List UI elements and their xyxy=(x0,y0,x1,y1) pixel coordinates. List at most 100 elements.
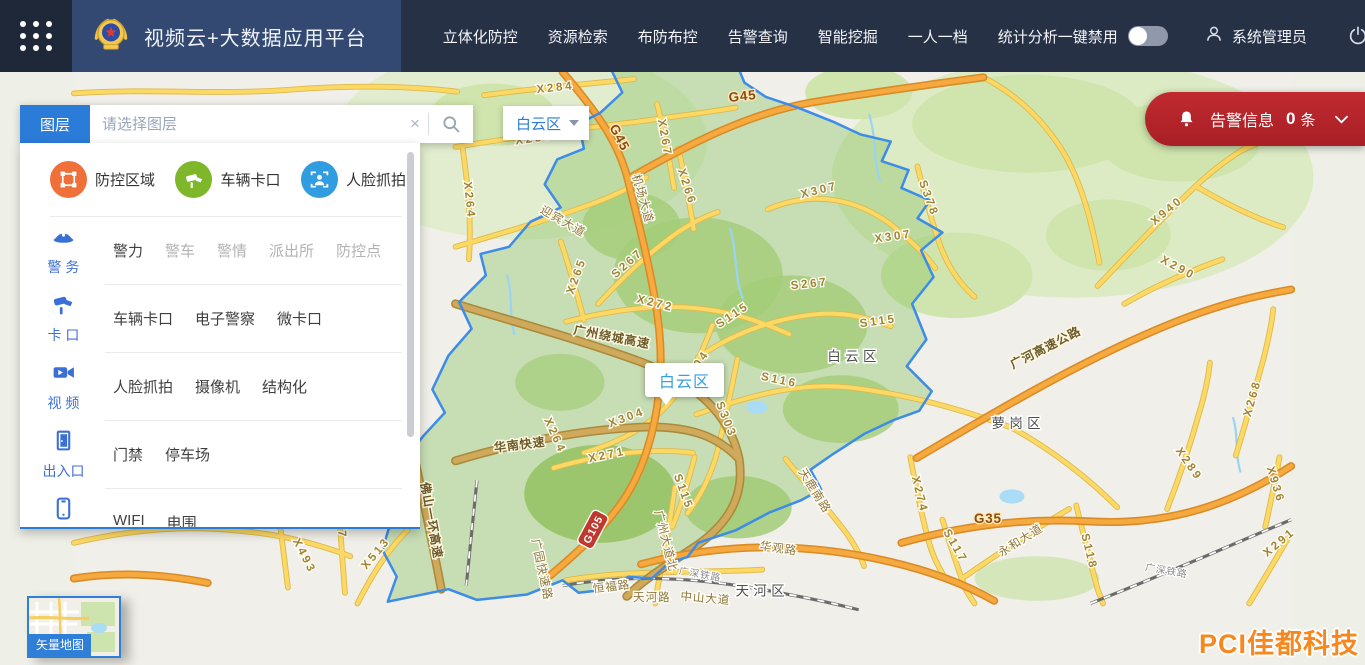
chevron-down-icon xyxy=(1334,114,1349,125)
toggle-knob xyxy=(1129,27,1147,45)
map-label: 白云区 xyxy=(827,349,880,364)
layer-item[interactable]: 结构化 xyxy=(262,376,307,397)
quick-disable-label: 一键禁用 xyxy=(1058,26,1118,47)
clear-icon[interactable]: × xyxy=(402,105,428,143)
category-door[interactable]: 出入口 xyxy=(20,428,93,481)
app-title: 视频云+大数据应用平台 xyxy=(144,22,367,51)
user-icon xyxy=(1204,24,1224,49)
layer-item[interactable]: 电子警察 xyxy=(195,308,255,329)
category-phone[interactable]: 手 机 xyxy=(20,496,93,530)
nav-item[interactable]: 布防布控 xyxy=(638,26,698,47)
district-dropdown[interactable]: 白云区 xyxy=(503,106,589,140)
region-icon xyxy=(50,161,87,198)
map-label: G35 xyxy=(974,511,1002,526)
camera-icon xyxy=(175,161,212,198)
checkpoint-icon xyxy=(51,292,76,322)
quick-layer-label: 人脸抓拍 xyxy=(346,169,406,190)
user-menu[interactable]: 系统管理员 xyxy=(1204,24,1307,49)
quick-layer-label: 车辆卡口 xyxy=(220,169,280,190)
minimap-label: 矢量地图 xyxy=(29,634,91,656)
face-icon xyxy=(301,161,338,198)
layer-item[interactable]: 警情 xyxy=(217,240,247,261)
category-items: WIFI 电围 xyxy=(93,512,420,530)
category-row: 出入口 门禁 停车场 xyxy=(20,420,420,488)
alert-label: 告警信息 xyxy=(1210,107,1274,131)
user-name: 系统管理员 xyxy=(1232,26,1307,47)
vendor-watermark: PCI佳都科技 xyxy=(1199,622,1359,661)
quick-layer-region[interactable]: 防控区域 xyxy=(50,161,155,198)
category-items: 人脸抓拍 摄像机 结构化 xyxy=(93,376,420,397)
chevron-down-icon xyxy=(569,120,579,126)
main-nav: 立体化防控 资源检索 布防布控 告警查询 智能挖掘 一人一档 统计分析 xyxy=(443,26,1058,47)
nav-item[interactable]: 统计分析 xyxy=(998,26,1058,47)
layer-item[interactable]: 停车场 xyxy=(165,444,210,465)
category-label: 出入口 xyxy=(43,461,85,481)
quick-layer-row: 防控区域 车辆卡口 人脸抓拍 xyxy=(20,143,420,216)
map-label: 天河区 xyxy=(736,583,789,598)
navbar-right: 一键禁用 系统管理员 xyxy=(1058,24,1365,49)
category-row: 手 机 WIFI 电围 xyxy=(20,488,420,529)
category-video[interactable]: 视 频 xyxy=(20,360,93,413)
district-dropdown-value: 白云区 xyxy=(516,113,569,134)
layer-item[interactable]: 警车 xyxy=(165,240,195,261)
map-label: G45 xyxy=(728,87,757,105)
layer-item[interactable]: 电围 xyxy=(167,512,197,530)
brand: 视频云+大数据应用平台 xyxy=(72,0,401,72)
layer-item[interactable]: 车辆卡口 xyxy=(113,308,173,329)
district-tooltip[interactable]: 白云区 xyxy=(645,363,724,397)
video-icon xyxy=(51,360,76,390)
category-row: 警 务 警力 警车 警情 派出所 防控点 xyxy=(20,216,420,284)
layer-panel-header: 图层 × xyxy=(20,105,473,143)
nav-item[interactable]: 立体化防控 xyxy=(443,26,518,47)
layer-item[interactable]: 警力 xyxy=(113,240,143,261)
category-checkpoint[interactable]: 卡 口 xyxy=(20,292,93,345)
logout-power-button[interactable] xyxy=(1347,25,1365,47)
grid-dots-icon xyxy=(20,21,53,51)
alert-banner[interactable]: 告警信息 0 条 xyxy=(1145,92,1365,146)
minimap[interactable]: 矢量地图 xyxy=(27,596,121,658)
category-label: 警 务 xyxy=(48,257,80,277)
search-button[interactable] xyxy=(429,105,473,143)
layer-item[interactable]: 防控点 xyxy=(336,240,381,261)
phone-icon xyxy=(51,496,76,526)
nav-item[interactable]: 一人一档 xyxy=(908,26,968,47)
map-area: X284G45G45X283X264X267X266迎宾大道机场大道X265S2… xyxy=(0,72,1365,665)
layer-search-input[interactable] xyxy=(90,105,402,143)
door-icon xyxy=(51,428,76,458)
layer-item[interactable]: 派出所 xyxy=(269,240,314,261)
layer-item[interactable]: 门禁 xyxy=(113,444,143,465)
nav-item[interactable]: 告警查询 xyxy=(728,26,788,47)
top-navbar: 视频云+大数据应用平台 立体化防控 资源检索 布防布控 告警查询 智能挖掘 一人一档 统计分… xyxy=(0,0,1365,72)
map-label: 萝岗区 xyxy=(992,416,1045,431)
quick-layer-label: 防控区域 xyxy=(95,169,155,190)
tab-layers[interactable]: 图层 xyxy=(20,105,90,143)
search-icon xyxy=(441,114,461,134)
alert-unit: 条 xyxy=(1300,109,1315,130)
category-label: 视 频 xyxy=(48,393,80,413)
layer-panel-body: 防控区域车辆卡口人脸抓拍 警 务警力警车警情派出所防控点卡 口车辆卡口电子警察微… xyxy=(20,143,420,529)
category-items: 警力 警车 警情 派出所 防控点 xyxy=(93,240,420,261)
category-label: 卡 口 xyxy=(48,325,80,345)
layer-item[interactable]: WIFI xyxy=(113,512,145,530)
bell-icon xyxy=(1177,109,1196,129)
quick-layer-camera[interactable]: 车辆卡口 xyxy=(175,161,280,198)
category-list: 警 务 警力 警车 警情 派出所 防控点卡 口 车辆卡口 电子警察 微卡口视 频 人脸抓拍 摄像机 结… xyxy=(20,216,420,529)
application-window: 视频云+大数据应用平台 立体化防控 资源检索 布防布控 告警查询 智能挖掘 一人一档 统计分… xyxy=(0,0,1365,665)
layer-panel: 图层 × 防控区域车辆卡口人脸抓拍 警 务警力警车警情派出所防控点卡 口车辆卡口… xyxy=(20,105,473,529)
nav-item[interactable]: 智能挖掘 xyxy=(818,26,878,47)
police-icon xyxy=(51,224,76,254)
map-label: 天河路 xyxy=(633,590,670,604)
category-police[interactable]: 警 务 xyxy=(20,224,93,277)
category-label: 手 机 xyxy=(48,529,80,530)
category-row: 卡 口 车辆卡口 电子警察 微卡口 xyxy=(20,284,420,352)
layer-item[interactable]: 微卡口 xyxy=(277,308,322,329)
quick-disable-toggle[interactable] xyxy=(1128,26,1168,46)
layer-item[interactable]: 人脸抓拍 xyxy=(113,376,173,397)
nav-item[interactable]: 资源检索 xyxy=(548,26,608,47)
category-row: 视 频 人脸抓拍 摄像机 结构化 xyxy=(20,352,420,420)
quick-layer-face[interactable]: 人脸抓拍 xyxy=(301,161,406,198)
panel-scrollbar[interactable] xyxy=(407,152,414,437)
police-badge-logo xyxy=(90,13,132,60)
layer-item[interactable]: 摄像机 xyxy=(195,376,240,397)
app-grid-button[interactable] xyxy=(0,0,72,72)
